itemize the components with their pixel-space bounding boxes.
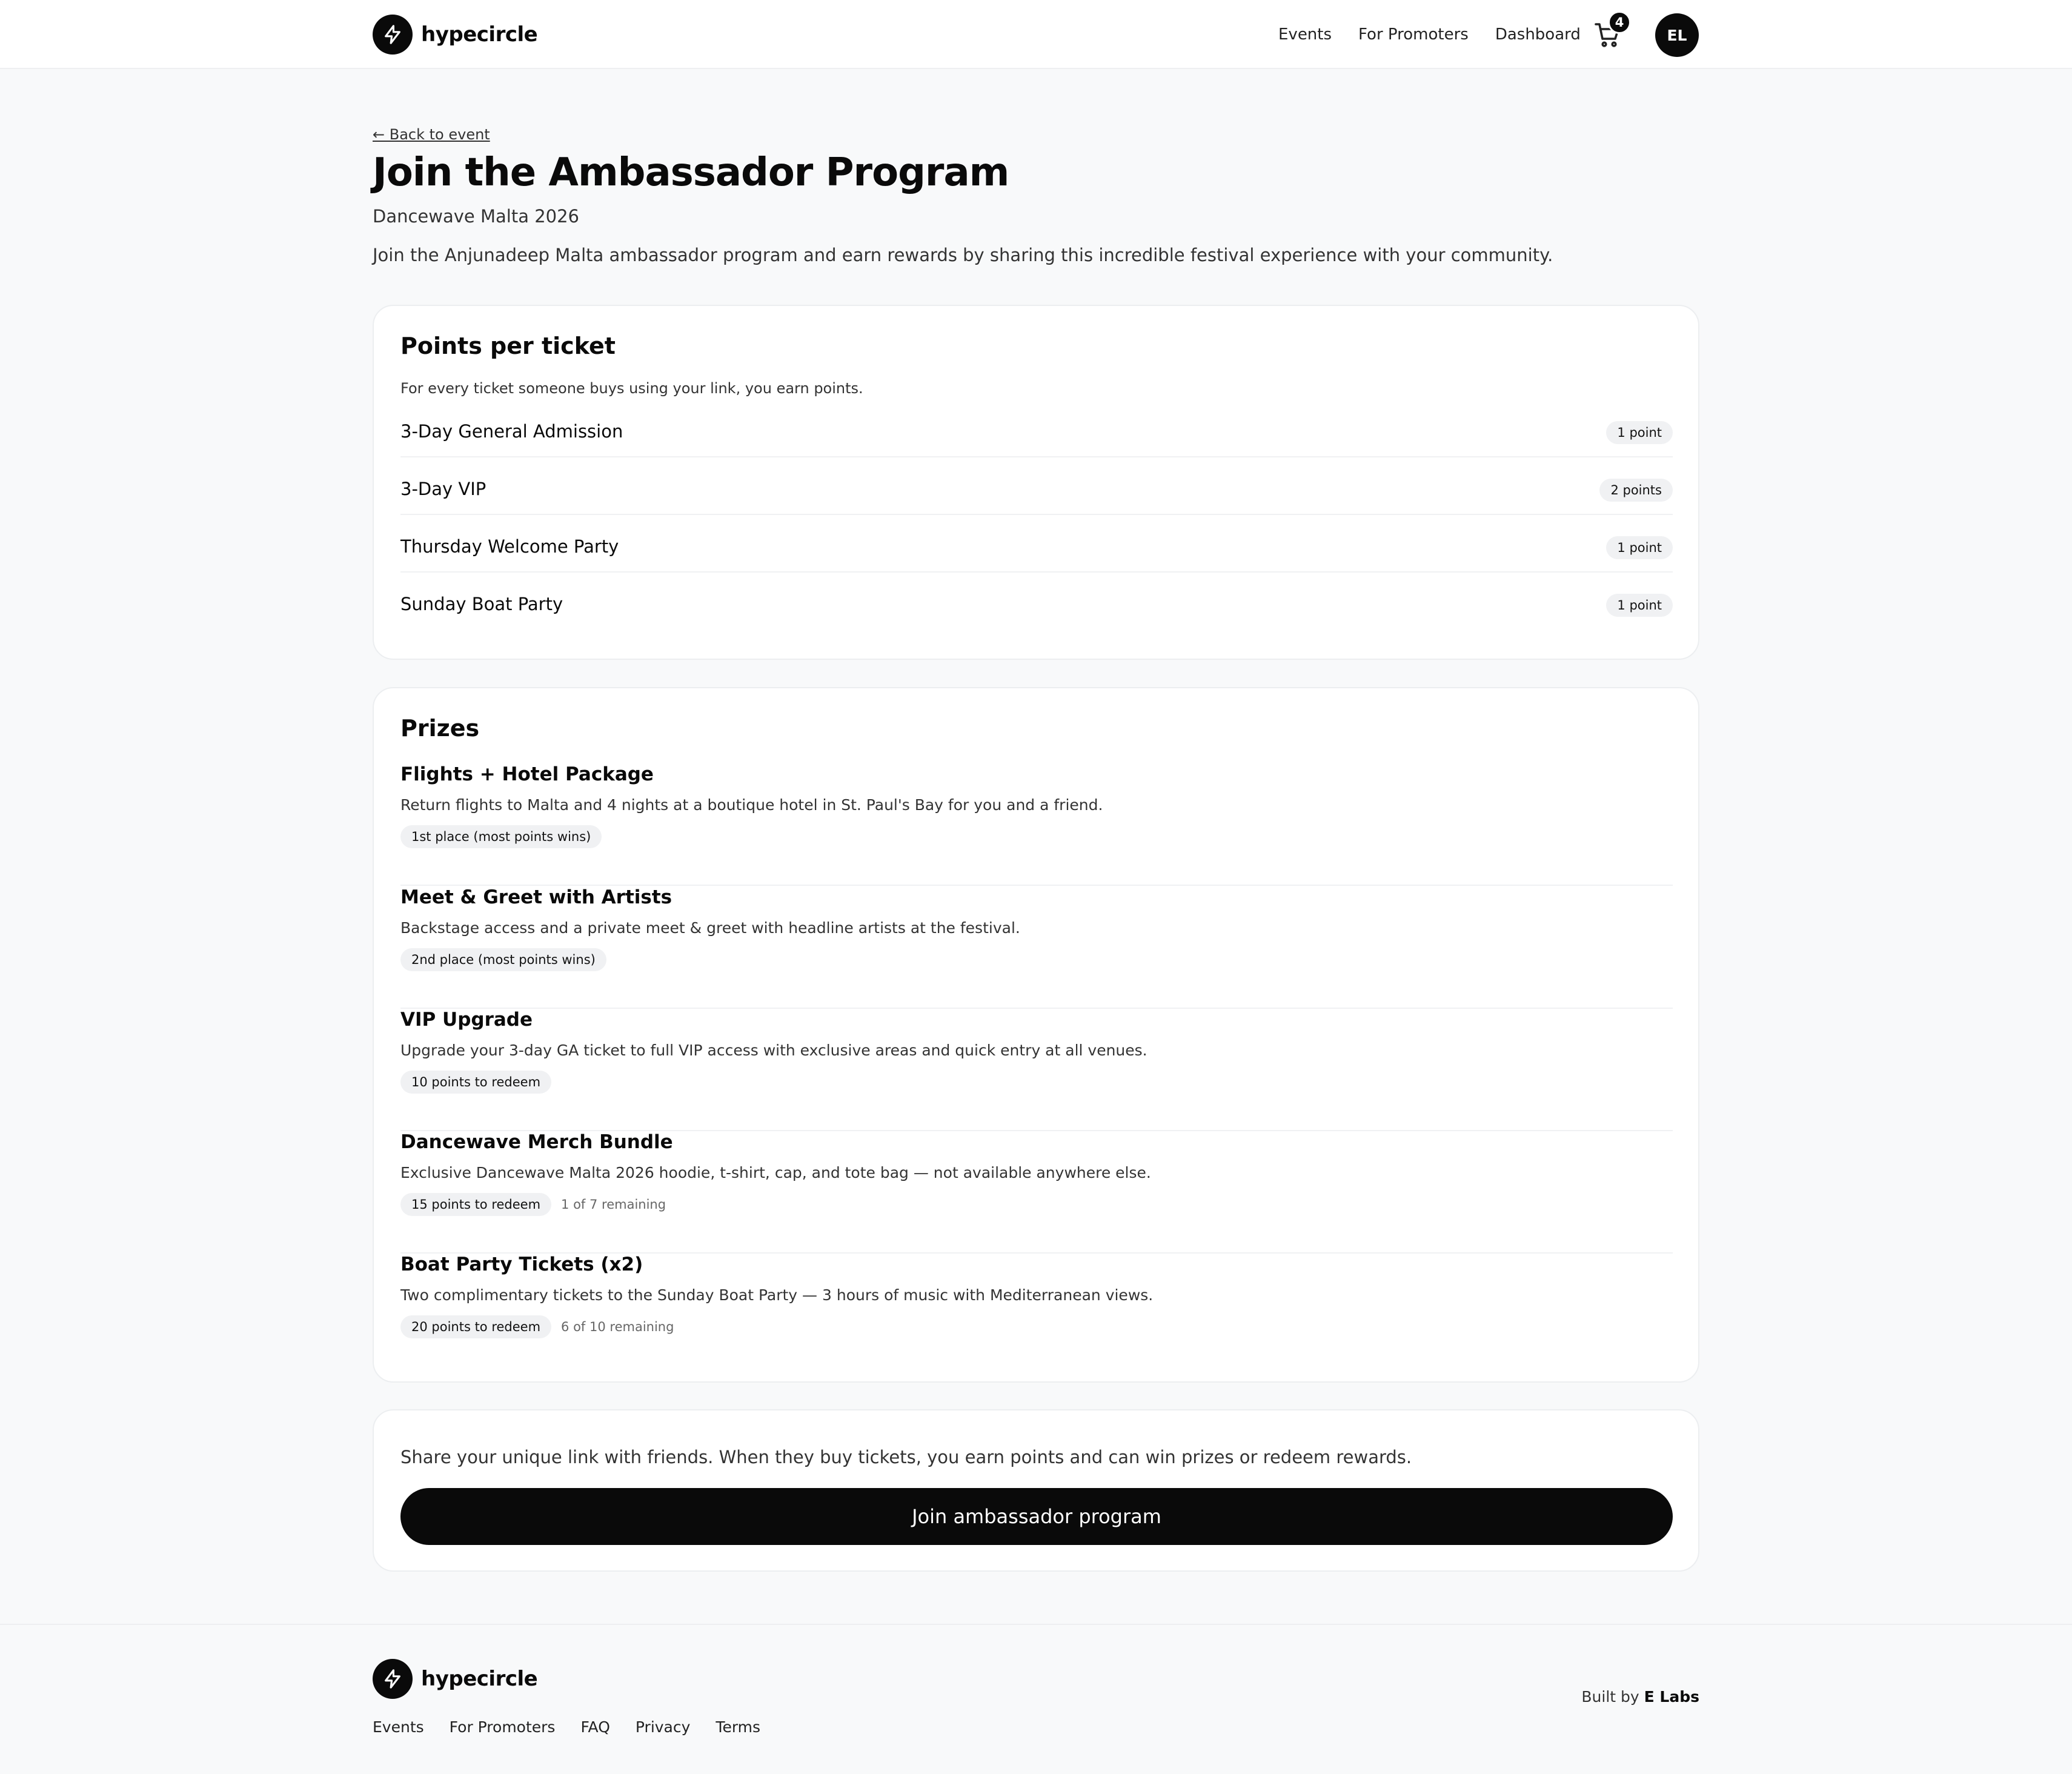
footer: hypecircle Events For Promoters FAQ Priv… [0,1624,2072,1774]
cta-description: Share your unique link with friends. Whe… [400,1447,1412,1467]
prize-requirement-badge: 2nd place (most points wins) [400,948,606,971]
prize-name: Boat Party Tickets (x2) [400,1254,643,1275]
prize-meta: 20 points to redeem 6 of 10 remaining [400,1315,674,1338]
prizes-card: Prizes Flights + Hotel Package Return fl… [373,687,1699,1383]
prize-requirement-badge: 15 points to redeem [400,1193,552,1216]
prize-item: Flights + Hotel Package Return flights t… [400,763,1673,886]
prize-meta: 10 points to redeem [400,1071,552,1094]
points-badge: 1 point [1606,594,1673,617]
prize-name: Flights + Hotel Package [400,763,654,785]
footer-link-events[interactable]: Events [373,1718,424,1736]
footer-brand-name: hypecircle [421,1667,538,1691]
user-avatar[interactable]: EL [1655,13,1699,57]
prize-item: VIP Upgrade Upgrade your 3-day GA ticket… [400,1009,1673,1131]
brand-logo-link[interactable]: hypecircle [373,15,538,55]
ticket-tier-name: 3-Day General Admission [400,421,623,442]
prizes-card-title: Prizes [400,715,480,742]
points-badge: 2 points [1599,479,1673,502]
ticket-tier-row: Thursday Welcome Party 1 point [400,516,1673,573]
footer-link-terms[interactable]: Terms [716,1718,760,1736]
prize-meta: 1st place (most points wins) [400,825,602,848]
footer-link-privacy[interactable]: Privacy [636,1718,691,1736]
lightning-bolt-icon [373,1659,413,1699]
ticket-tier-name: Sunday Boat Party [400,594,563,614]
nav-link-dashboard[interactable]: Dashboard [1495,25,1581,44]
ticket-tier-name: Thursday Welcome Party [400,536,619,557]
points-card-description: For every ticket someone buys using your… [400,380,863,397]
footer-link-faq[interactable]: FAQ [580,1718,609,1736]
footer-nav: Events For Promoters FAQ Privacy Terms [373,1718,786,1736]
points-per-ticket-card: Points per ticket For every ticket someo… [373,305,1699,660]
join-cta-card: Share your unique link with friends. Whe… [373,1409,1699,1572]
prize-requirement-badge: 20 points to redeem [400,1315,552,1338]
join-ambassador-program-button[interactable]: Join ambassador program [400,1488,1673,1545]
prize-description: Two complimentary tickets to the Sunday … [400,1286,1154,1304]
prize-item: Boat Party Tickets (x2) Two complimentar… [400,1254,1673,1376]
ticket-tier-name: 3-Day VIP [400,479,486,499]
lightning-bolt-icon [373,15,413,55]
ticket-tier-row: Sunday Boat Party 1 point [400,573,1673,630]
footer-brand-logo[interactable]: hypecircle [373,1659,538,1699]
back-to-event-link[interactable]: ← Back to event [373,126,490,143]
prize-description: Return flights to Malta and 4 nights at … [400,796,1103,814]
event-name: Dancewave Malta 2026 [373,206,579,227]
prize-name: Dancewave Merch Bundle [400,1131,673,1153]
main-nav: Events For Promoters Dashboard [1278,0,1607,69]
points-badge: 1 point [1606,421,1673,444]
points-card-title: Points per ticket [400,333,616,359]
brand-name: hypecircle [421,22,538,47]
prize-description: Backstage access and a private meet & gr… [400,919,1020,937]
prize-name: Meet & Greet with Artists [400,886,672,908]
prize-description: Exclusive Dancewave Malta 2026 hoodie, t… [400,1164,1151,1181]
prize-name: VIP Upgrade [400,1009,533,1031]
top-navigation-bar: hypecircle Events For Promoters Dashboar… [0,0,2072,69]
points-badge: 1 point [1606,536,1673,559]
footer-link-for-promoters[interactable]: For Promoters [450,1718,556,1736]
prize-meta: 15 points to redeem 1 of 7 remaining [400,1193,666,1216]
remaining-count: 1 of 7 remaining [561,1197,666,1212]
page-title: Join the Ambassador Program [373,150,1009,195]
prize-meta: 2nd place (most points wins) [400,948,606,971]
prize-requirement-badge: 10 points to redeem [400,1071,552,1094]
prize-item: Dancewave Merch Bundle Exclusive Dancewa… [400,1131,1673,1254]
built-by-credit: Built by E Labs [1581,1688,1699,1706]
prize-description: Upgrade your 3-day GA ticket to full VIP… [400,1041,1147,1059]
cart-count-badge: 4 [1608,11,1631,34]
intro-text: Join the Anjunadeep Malta ambassador pro… [373,245,1553,265]
ticket-tier-row: 3-Day General Admission 1 point [400,400,1673,457]
prize-requirement-badge: 1st place (most points wins) [400,825,602,848]
built-by-name-link[interactable]: E Labs [1644,1688,1699,1706]
remaining-count: 6 of 10 remaining [561,1320,674,1334]
ticket-tier-row: 3-Day VIP 2 points [400,458,1673,515]
nav-link-for-promoters[interactable]: For Promoters [1358,25,1469,44]
built-by-prefix: Built by [1581,1688,1639,1706]
prize-item: Meet & Greet with Artists Backstage acce… [400,886,1673,1009]
nav-link-events[interactable]: Events [1278,25,1332,44]
